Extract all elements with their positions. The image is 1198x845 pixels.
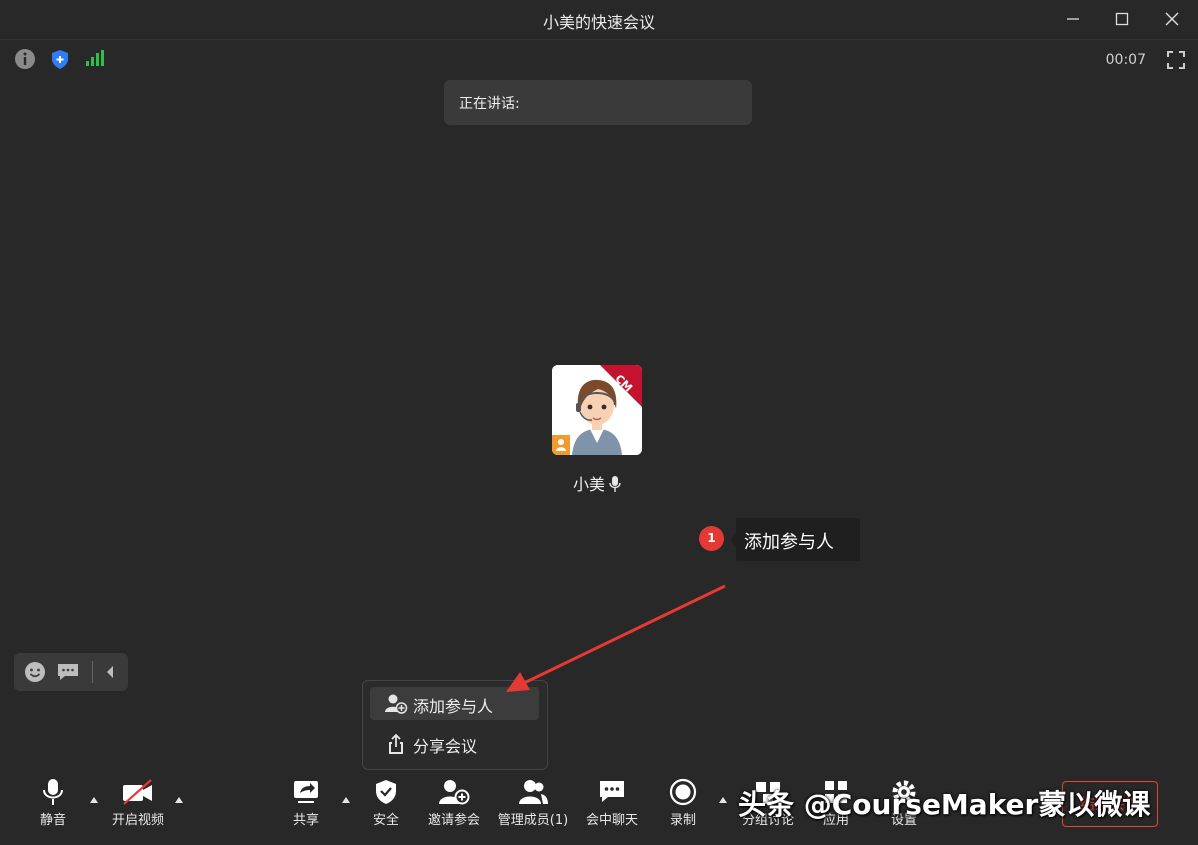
close-button[interactable] [1159, 8, 1185, 30]
record-icon [669, 778, 697, 806]
share-screen-button[interactable]: 共享 [288, 778, 324, 828]
shield-icon [52, 50, 68, 69]
menu-item-share-meeting[interactable]: 分享会议 [370, 727, 539, 760]
share-screen-icon [294, 781, 318, 803]
participants-icon [519, 780, 548, 804]
invite-menu: 添加参与人 分享会议 [362, 680, 548, 770]
meeting-info-button[interactable] [14, 48, 36, 74]
manage-participants-button[interactable]: 管理成员(1) [497, 778, 569, 828]
active-speaker-label: 正在讲话: [459, 96, 520, 112]
comment-icon[interactable] [57, 662, 79, 682]
record-options-caret[interactable] [719, 797, 727, 803]
security-shield-icon [376, 780, 396, 804]
signal-icon [86, 50, 104, 66]
menu-item-add-participant[interactable]: 添加参与人 [370, 687, 539, 720]
participant-avatar: CM [552, 365, 642, 455]
minimize-icon [1067, 18, 1079, 20]
mute-button[interactable]: 静音 [36, 778, 70, 828]
window-title: 小美的快速会议 [542, 13, 655, 32]
close-icon [1165, 12, 1179, 26]
audio-options-caret[interactable] [90, 797, 98, 803]
emoji-icon[interactable] [24, 661, 46, 683]
invite-user-icon [439, 780, 470, 805]
share-upload-icon [389, 733, 403, 754]
callout-step-number: 1 [699, 526, 724, 551]
fullscreen-button[interactable] [1166, 50, 1186, 74]
callout-tooltip: 添加参与人 [730, 518, 860, 561]
chat-button[interactable]: 会中聊天 [584, 778, 640, 828]
participant-name: 小美 [572, 475, 605, 494]
microphone-icon [609, 476, 621, 492]
microphone-icon [43, 779, 63, 805]
meeting-timer: 00:07 [1105, 52, 1146, 68]
add-user-icon [385, 694, 408, 714]
title-bar: 小美的快速会议 [0, 0, 1198, 40]
reactions-divider [92, 661, 93, 683]
share-options-caret[interactable] [342, 797, 350, 803]
maximize-icon [1115, 12, 1129, 26]
security-button[interactable]: 安全 [368, 778, 404, 828]
invite-button[interactable]: 邀请参会 [424, 778, 484, 828]
reactions-bar [14, 653, 128, 691]
active-speaker-bar: 正在讲话: [444, 80, 752, 125]
info-icon [15, 49, 35, 69]
participant-name-row: 小美 [540, 471, 654, 495]
avatar-image: CM [552, 365, 642, 455]
callout-text: 添加参与人 [744, 532, 834, 553]
video-off-icon [123, 779, 152, 805]
network-status-button[interactable] [84, 48, 106, 74]
chat-bubble-icon [600, 781, 624, 802]
minimize-button[interactable] [1060, 8, 1086, 30]
collapse-left-icon[interactable] [104, 665, 116, 679]
encryption-button[interactable] [49, 48, 71, 74]
record-button[interactable]: 录制 [665, 778, 701, 828]
video-options-caret[interactable] [175, 797, 183, 803]
maximize-button[interactable] [1109, 8, 1135, 30]
video-button[interactable]: 开启视频 [106, 778, 170, 828]
fullscreen-icon [1167, 51, 1185, 69]
watermark: 头条 @CourseMaker蒙以微课 [738, 788, 1151, 821]
